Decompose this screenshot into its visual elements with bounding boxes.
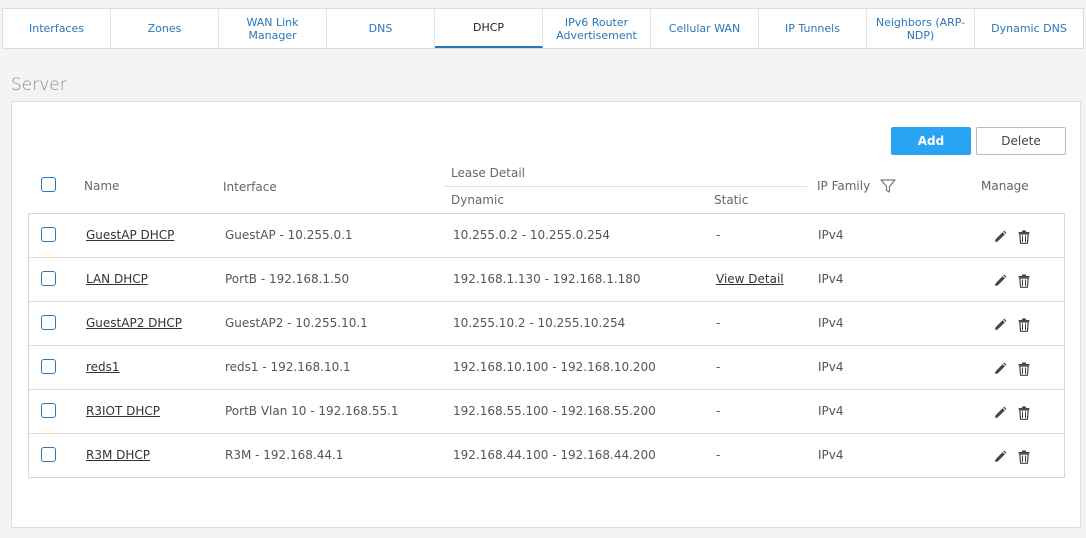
row-interface: R3M - 192.168.44.1	[225, 448, 344, 462]
row-dynamic-range: 10.255.0.2 - 10.255.0.254	[453, 228, 611, 242]
row-name-link[interactable]: GuestAP DHCP	[86, 228, 174, 242]
row-name-link[interactable]: reds1	[86, 360, 120, 374]
dhcp-server-table: GuestAP DHCP GuestAP - 10.255.0.1 10.255.0…	[28, 213, 1065, 478]
trash-icon[interactable]	[1018, 229, 1032, 244]
row-interface: PortB - 192.168.1.50	[225, 272, 350, 286]
row-ip-family: IPv4	[818, 228, 844, 242]
row-ip-family: IPv4	[818, 448, 844, 462]
row-name-link[interactable]: GuestAP2 DHCP	[86, 316, 182, 330]
tab-dynamic-dns[interactable]: Dynamic DNS	[975, 9, 1083, 48]
tab-ip-tunnels[interactable]: IP Tunnels	[759, 9, 867, 48]
row-static: -	[716, 316, 721, 330]
row-name-link[interactable]: LAN DHCP	[86, 272, 148, 286]
tab-wan-link-manager[interactable]: WAN Link Manager	[219, 9, 327, 48]
header-ip-family: IP Family	[817, 179, 871, 193]
pencil-icon[interactable]	[993, 449, 1007, 463]
tab-interfaces[interactable]: Interfaces	[3, 9, 111, 48]
row-ip-family: IPv4	[818, 404, 844, 418]
row-checkbox[interactable]	[41, 447, 56, 462]
table-row: GuestAP DHCP GuestAP - 10.255.0.1 10.255.0…	[29, 214, 1064, 258]
header-static: Static	[714, 193, 749, 207]
pencil-icon[interactable]	[993, 273, 1007, 287]
delete-button[interactable]: Delete	[976, 127, 1066, 155]
row-static: -	[716, 448, 721, 462]
row-checkbox[interactable]	[41, 359, 56, 374]
trash-icon[interactable]	[1018, 361, 1032, 376]
row-checkbox[interactable]	[41, 403, 56, 418]
row-ip-family: IPv4	[818, 272, 844, 286]
trash-icon[interactable]	[1018, 273, 1032, 288]
tab-dns[interactable]: DNS	[327, 9, 435, 48]
row-name-link[interactable]: R3M DHCP	[86, 448, 150, 462]
filter-icon[interactable]	[880, 178, 896, 198]
header-lease-detail: Lease Detail	[451, 166, 526, 180]
row-interface: GuestAP2 - 10.255.10.1	[225, 316, 368, 330]
tab-zones[interactable]: Zones	[111, 9, 219, 48]
row-interface: GuestAP - 10.255.0.1	[225, 228, 353, 242]
row-static: -	[716, 404, 721, 418]
lease-detail-divider	[444, 186, 807, 187]
row-ip-family: IPv4	[818, 316, 844, 330]
header-manage: Manage	[981, 179, 1029, 193]
table-row: R3IOT DHCP PortB Vlan 10 - 192.168.55.1 19…	[29, 390, 1064, 434]
row-checkbox[interactable]	[41, 227, 56, 242]
table-row: LAN DHCP PortB - 192.168.1.50 192.168.1.13…	[29, 258, 1064, 302]
pencil-icon[interactable]	[993, 317, 1007, 331]
section-title: Server	[11, 75, 67, 95]
row-checkbox[interactable]	[41, 271, 56, 286]
row-interface: PortB Vlan 10 - 192.168.55.1	[225, 404, 399, 418]
pencil-icon[interactable]	[993, 229, 1007, 243]
row-ip-family: IPv4	[818, 360, 844, 374]
row-interface: reds1 - 192.168.10.1	[225, 360, 351, 374]
row-dynamic-range: 192.168.1.130 - 192.168.1.180	[453, 272, 641, 286]
row-static: -	[716, 360, 721, 374]
tab-cellular-wan[interactable]: Cellular WAN	[651, 9, 759, 48]
trash-icon[interactable]	[1018, 317, 1032, 332]
row-static-view-detail-link[interactable]: View Detail	[716, 272, 784, 286]
row-static: -	[716, 228, 721, 242]
select-all-checkbox[interactable]	[41, 177, 56, 192]
pencil-icon[interactable]	[993, 361, 1007, 375]
row-checkbox[interactable]	[41, 315, 56, 330]
table-row: reds1 reds1 - 192.168.10.1 192.168.10.100 …	[29, 346, 1064, 390]
trash-icon[interactable]	[1018, 449, 1032, 464]
row-dynamic-range: 192.168.10.100 - 192.168.10.200	[453, 360, 656, 374]
tab-neighbors-arp-ndp[interactable]: Neighbors (ARP-NDP)	[867, 9, 975, 48]
server-panel: Add Delete Name Interface Lease Detail D…	[11, 101, 1081, 528]
row-dynamic-range: 192.168.55.100 - 192.168.55.200	[453, 404, 656, 418]
tab-dhcp[interactable]: DHCP	[435, 9, 543, 48]
add-button[interactable]: Add	[891, 127, 971, 155]
table-row: GuestAP2 DHCP GuestAP2 - 10.255.10.1 10.25…	[29, 302, 1064, 346]
table-row: R3M DHCP R3M - 192.168.44.1 192.168.44.100…	[29, 434, 1064, 478]
pencil-icon[interactable]	[993, 405, 1007, 419]
header-name: Name	[84, 179, 120, 193]
row-name-link[interactable]: R3IOT DHCP	[86, 404, 160, 418]
tab-ipv6-router-advertisement[interactable]: IPv6 Router Advertisement	[543, 9, 651, 48]
row-dynamic-range: 192.168.44.100 - 192.168.44.200	[453, 448, 656, 462]
header-dynamic: Dynamic	[451, 193, 504, 207]
trash-icon[interactable]	[1018, 405, 1032, 420]
row-dynamic-range: 10.255.10.2 - 10.255.10.254	[453, 316, 626, 330]
tab-bar: Interfaces Zones WAN Link Manager DNS DHCP IP…	[2, 8, 1084, 49]
header-interface: Interface	[223, 180, 277, 194]
